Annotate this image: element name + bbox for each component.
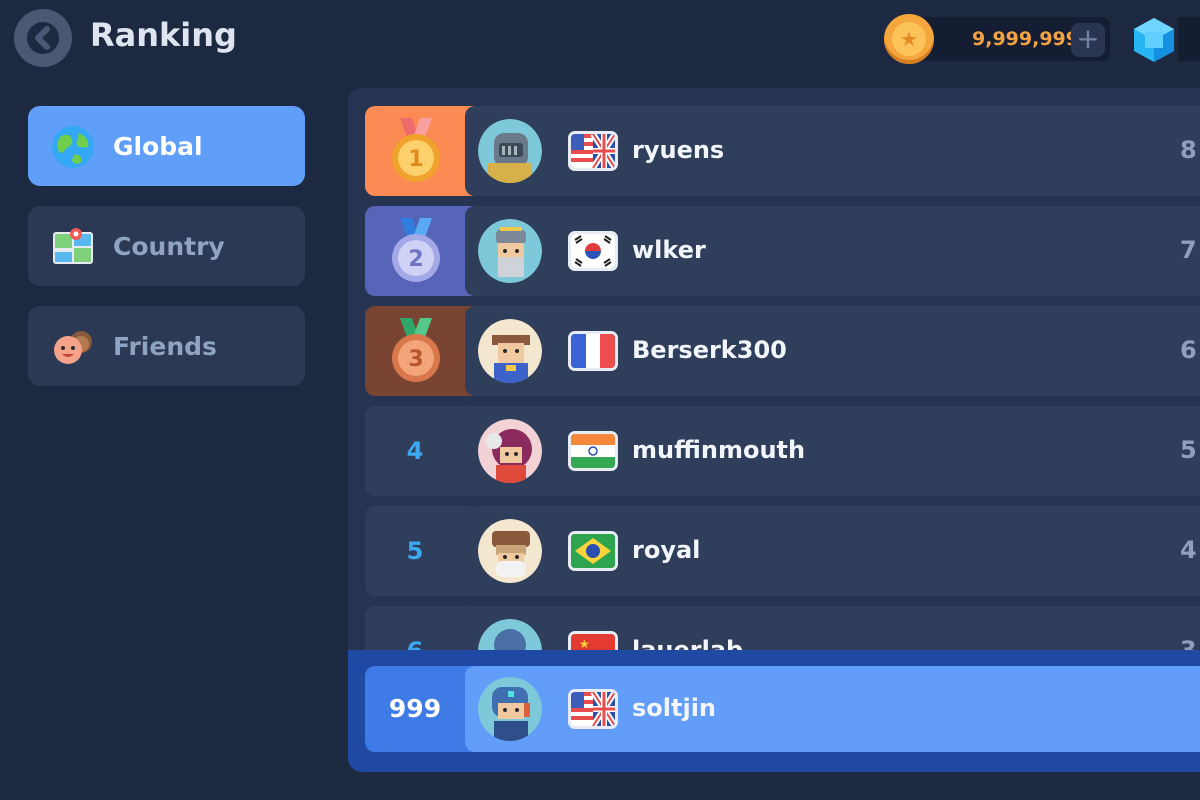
player-name: royal [632,536,701,564]
brazil-flag-icon [568,531,618,571]
star-icon: ★ [892,22,926,56]
leaderboard-row[interactable]: 2 wlker 7 [365,206,1200,296]
chevron-left-icon [27,22,59,54]
gem-icon[interactable] [1130,16,1178,64]
player-score: 6 [1180,336,1197,364]
rank-number: 4 [406,437,424,465]
player-name: ryuens [632,136,725,164]
avatar [478,419,542,483]
usa-uk-flag-icon [568,689,618,729]
avatar [478,677,542,741]
tab-global-label: Global [113,132,203,161]
tab-global[interactable]: Global [28,106,305,186]
map-icon [53,228,93,264]
avatar [478,519,542,583]
avatar [478,119,542,183]
medal-rank-number: 1 [408,147,423,172]
usa-uk-flag-icon [568,131,618,171]
player-name: wlker [632,236,706,264]
player-score: 4 [1180,536,1197,564]
coin-icon: ★ [884,14,934,64]
top-bar: Ranking ★ 9,999,999 + [0,0,1200,80]
gem-balance-box [1178,17,1200,61]
gold-medal-icon: 1 [392,118,440,182]
player-score: 8 [1180,136,1197,164]
back-button[interactable] [14,9,72,67]
france-flag-icon [568,331,618,371]
my-rank-number: 999 [388,694,442,723]
my-rank-row[interactable]: 999 soltjin [365,666,1200,752]
tab-friends-label: Friends [113,332,217,361]
add-coins-button[interactable]: + [1071,23,1105,57]
silver-medal-icon: 2 [392,218,440,282]
medal-rank-number: 2 [408,247,423,272]
player-score: 5 [1180,436,1197,464]
page-title: Ranking [90,16,237,54]
leaderboard-row[interactable]: 1 ryuens 8 [365,106,1200,196]
svg-text:★: ★ [579,637,590,651]
my-rank-bar: 999 soltjin [348,650,1200,772]
leaderboard-row[interactable]: 3 Berserk300 6 [365,306,1200,396]
coin-amount: 9,999,999 [972,28,1079,50]
medal-rank-number: 3 [408,347,423,372]
player-name: Berserk300 [632,336,787,364]
friends-icon [54,331,92,364]
leaderboard-row[interactable]: 5 royal 4 [365,506,1200,596]
player-score: 7 [1180,236,1197,264]
india-flag-icon [568,431,618,471]
tab-country-label: Country [113,232,225,261]
player-name: soltjin [632,694,717,722]
avatar [478,219,542,283]
player-name: muffinmouth [632,436,806,464]
rank-number: 5 [406,537,424,565]
tab-country[interactable]: Country [28,206,305,286]
leaderboard-row[interactable]: 4 muffinmouth 5 [365,406,1200,496]
avatar [478,319,542,383]
korea-flag-icon [568,231,618,271]
bronze-medal-icon: 3 [392,318,440,382]
globe-icon [52,126,94,168]
tab-friends[interactable]: Friends [28,306,305,386]
